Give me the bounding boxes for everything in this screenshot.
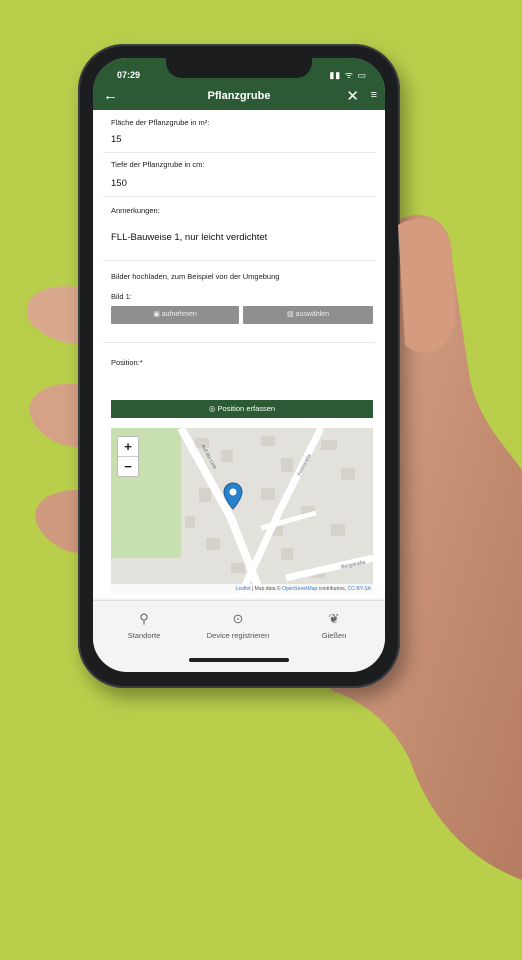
phone-notch — [166, 58, 312, 78]
thumb-overlay — [398, 218, 455, 353]
